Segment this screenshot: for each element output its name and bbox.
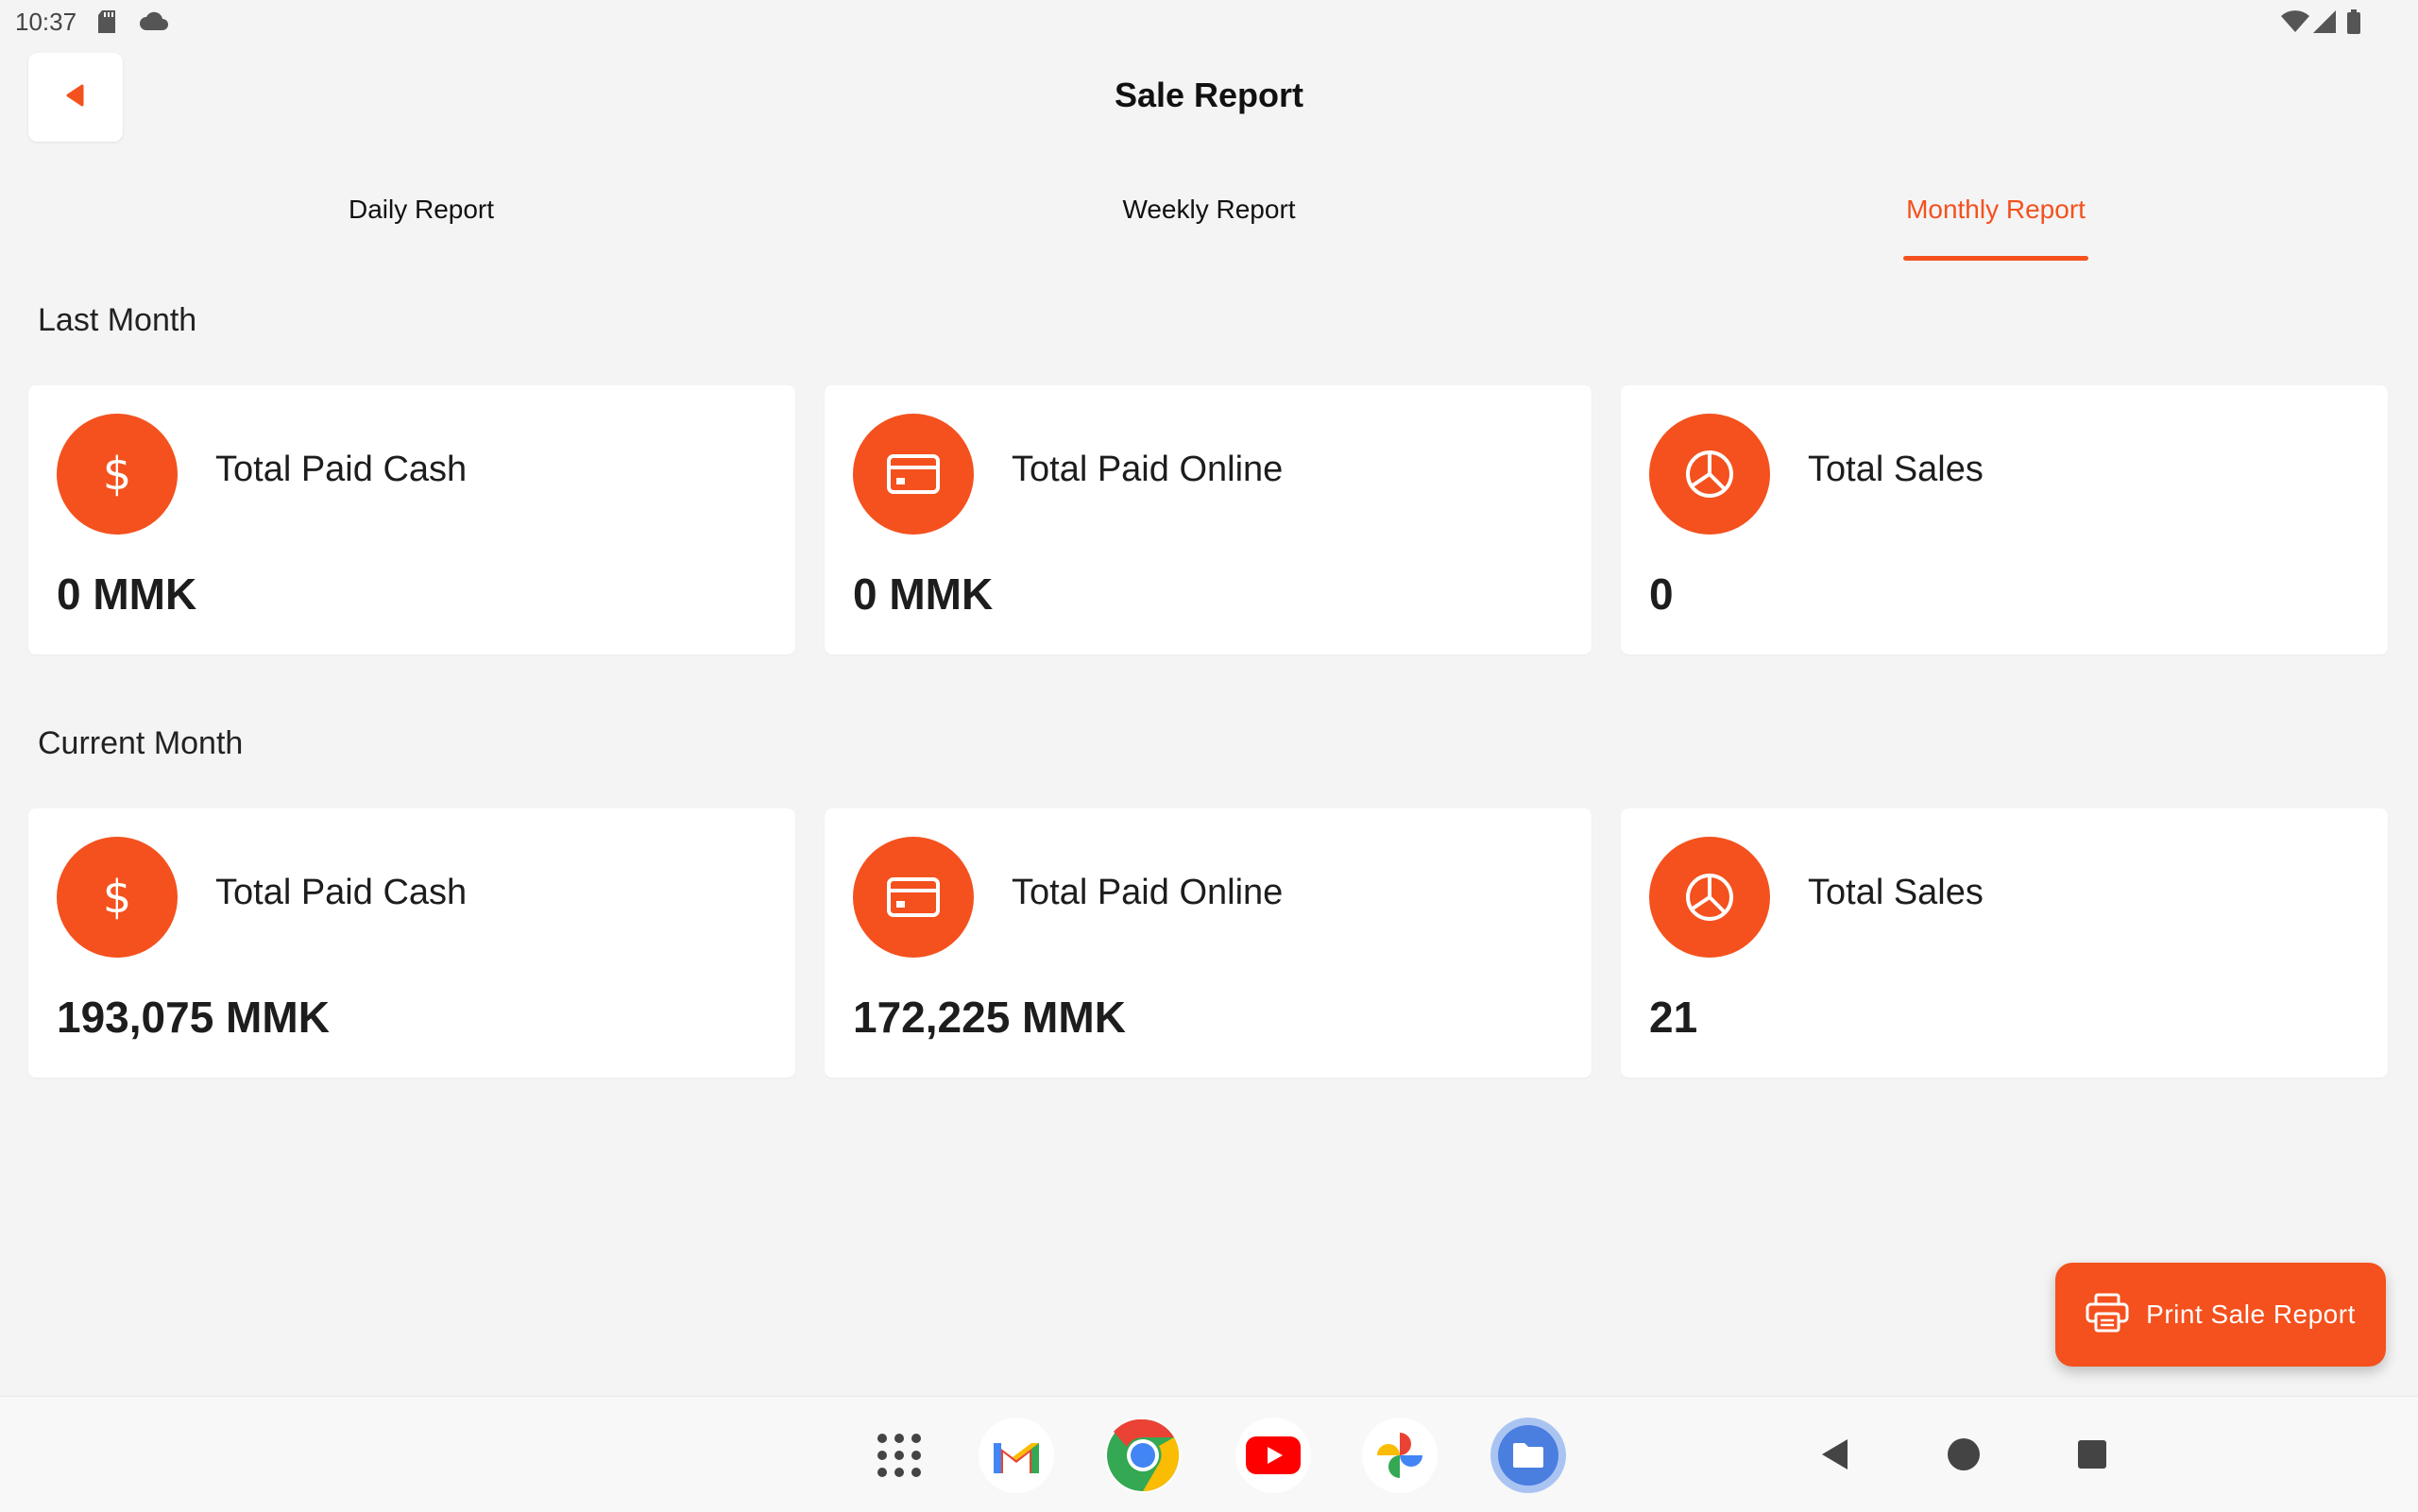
card-value: 0 MMK (57, 569, 197, 619)
card-label: Total Sales (1808, 873, 1984, 912)
tab-weekly-report[interactable]: Weekly Report (1020, 195, 1398, 261)
card-label: Total Paid Online (1012, 450, 1284, 489)
wifi-icon (2280, 9, 2310, 39)
card-last-month-total-paid-cash: $ Total Paid Cash 0 MMK (28, 385, 795, 654)
status-time: 10:37 (15, 8, 77, 36)
section-title-current-month: Current Month (38, 725, 244, 761)
dollar-icon: $ (57, 837, 178, 958)
card-label: Total Paid Online (1012, 873, 1284, 912)
card-last-month-total-sales: Total Sales 0 (1621, 385, 2388, 654)
tab-label: Weekly Report (1122, 195, 1296, 224)
nav-back-icon[interactable] (1812, 1431, 1859, 1478)
pie-chart-icon (1649, 837, 1770, 958)
credit-card-icon (853, 414, 974, 535)
chrome-icon[interactable] (1105, 1418, 1181, 1493)
dollar-glyph: $ (102, 871, 132, 924)
tab-label: Daily Report (348, 195, 495, 224)
files-icon[interactable] (1490, 1418, 1566, 1493)
dollar-icon: $ (57, 414, 178, 535)
card-label: Total Paid Cash (215, 873, 468, 912)
card-value: 0 (1649, 569, 1674, 619)
signal-icon (2312, 9, 2337, 39)
printer-icon (2086, 1293, 2129, 1337)
tab-daily-report[interactable]: Daily Report (232, 195, 610, 261)
card-value: 172,225 MMK (853, 993, 1126, 1042)
sd-card-icon (96, 9, 117, 39)
tab-monthly-report[interactable]: Monthly Report (1807, 195, 2185, 261)
page-title: Sale Report (1114, 76, 1304, 114)
card-last-month-total-paid-online: Total Paid Online 0 MMK (825, 385, 1592, 654)
battery-icon (2346, 9, 2361, 39)
section-title-last-month: Last Month (38, 302, 197, 338)
nav-recents-icon[interactable] (2069, 1431, 2116, 1478)
card-label: Total Paid Cash (215, 450, 468, 489)
card-current-month-total-paid-online: Total Paid Online 172,225 MMK (825, 808, 1592, 1078)
card-current-month-total-paid-cash: $ Total Paid Cash 193,075 MMK (28, 808, 795, 1078)
card-value: 193,075 MMK (57, 993, 330, 1042)
app-drawer-icon[interactable] (861, 1418, 937, 1493)
card-value: 21 (1649, 993, 1698, 1042)
card-label: Total Sales (1808, 450, 1984, 489)
card-value: 0 MMK (853, 569, 994, 619)
cloud-icon (138, 11, 170, 37)
dollar-glyph: $ (102, 448, 132, 501)
photos-icon[interactable] (1362, 1418, 1438, 1493)
youtube-icon[interactable] (1235, 1418, 1311, 1493)
pie-chart-icon (1649, 414, 1770, 535)
status-bar: 10:37 (0, 0, 2418, 47)
gmail-icon[interactable] (979, 1418, 1054, 1493)
card-current-month-total-sales: Total Sales 21 (1621, 808, 2388, 1078)
nav-home-icon[interactable] (1940, 1431, 1987, 1478)
credit-card-icon (853, 837, 974, 958)
tab-label: Monthly Report (1906, 195, 2086, 224)
taskbar (0, 1396, 2418, 1512)
print-sale-report-button[interactable]: Print Sale Report (2055, 1263, 2386, 1367)
print-sale-report-label: Print Sale Report (2146, 1300, 2356, 1329)
tab-active-indicator (1903, 256, 2088, 261)
